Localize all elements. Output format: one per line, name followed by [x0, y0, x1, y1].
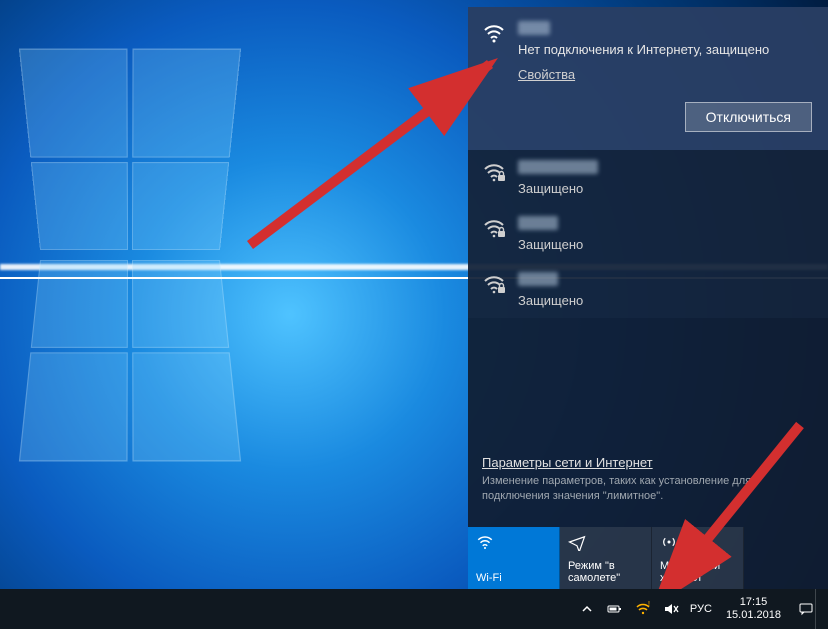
- clock[interactable]: 17:15 15.01.2018: [726, 596, 781, 621]
- show-desktop-button[interactable]: [815, 589, 822, 629]
- airplane-tile[interactable]: Режим "в самолете": [560, 527, 652, 589]
- disconnect-button[interactable]: Отключиться: [685, 102, 812, 132]
- tray-overflow-icon[interactable]: [578, 600, 596, 618]
- network-status: Защищено: [518, 237, 812, 252]
- network-name-blurred: [518, 160, 598, 174]
- properties-link[interactable]: Свойства: [518, 67, 575, 82]
- clock-time: 17:15: [726, 596, 781, 609]
- wifi-secured-icon: [482, 160, 506, 184]
- system-tray: ! РУС 17:15 15.01.2018: [578, 596, 815, 621]
- taskbar: ! РУС 17:15 15.01.2018: [0, 589, 828, 629]
- network-item[interactable]: Защищено: [468, 206, 828, 262]
- wifi-icon: [476, 533, 551, 551]
- wifi-secured-icon: [482, 216, 506, 240]
- network-name-blurred: [518, 216, 558, 230]
- network-item[interactable]: Защищено: [468, 262, 828, 318]
- network-name-blurred: [518, 272, 558, 286]
- network-status: Защищено: [518, 181, 812, 196]
- network-name-blurred: [518, 21, 550, 35]
- network-list: Нет подключения к Интернету, защищено Св…: [468, 7, 828, 318]
- wifi-tile[interactable]: Wi-Fi: [468, 527, 560, 589]
- settings-link[interactable]: Параметры сети и Интернет: [482, 455, 653, 470]
- battery-icon[interactable]: [606, 600, 624, 618]
- network-status: Защищено: [518, 293, 812, 308]
- hotspot-tile-label: Мобильный хот-спот: [660, 560, 735, 585]
- network-settings: Параметры сети и Интернет Изменение пара…: [482, 455, 814, 503]
- wifi-secured-icon: [482, 272, 506, 296]
- language-indicator[interactable]: РУС: [690, 603, 712, 615]
- svg-text:!: !: [648, 601, 650, 608]
- clock-date: 15.01.2018: [726, 609, 781, 622]
- network-status: Нет подключения к Интернету, защищено: [518, 42, 812, 57]
- quick-tiles: Wi-Fi Режим "в самолете" Мобильный хот-с…: [468, 527, 828, 589]
- wifi-alert-icon[interactable]: !: [634, 600, 652, 618]
- hotspot-icon: [660, 533, 735, 551]
- network-item[interactable]: Защищено: [468, 150, 828, 206]
- action-center-icon[interactable]: [797, 600, 815, 618]
- airplane-tile-label: Режим "в самолете": [568, 560, 643, 585]
- network-item-active[interactable]: Нет подключения к Интернету, защищено Св…: [468, 7, 828, 150]
- hotspot-tile[interactable]: Мобильный хот-спот: [652, 527, 744, 589]
- settings-description: Изменение параметров, таких как установл…: [482, 474, 814, 503]
- wifi-icon: [482, 21, 506, 45]
- airplane-icon: [568, 533, 643, 551]
- volume-muted-icon[interactable]: [662, 600, 680, 618]
- network-flyout: Нет подключения к Интернету, защищено Св…: [468, 7, 828, 589]
- wifi-tile-label: Wi-Fi: [476, 572, 551, 585]
